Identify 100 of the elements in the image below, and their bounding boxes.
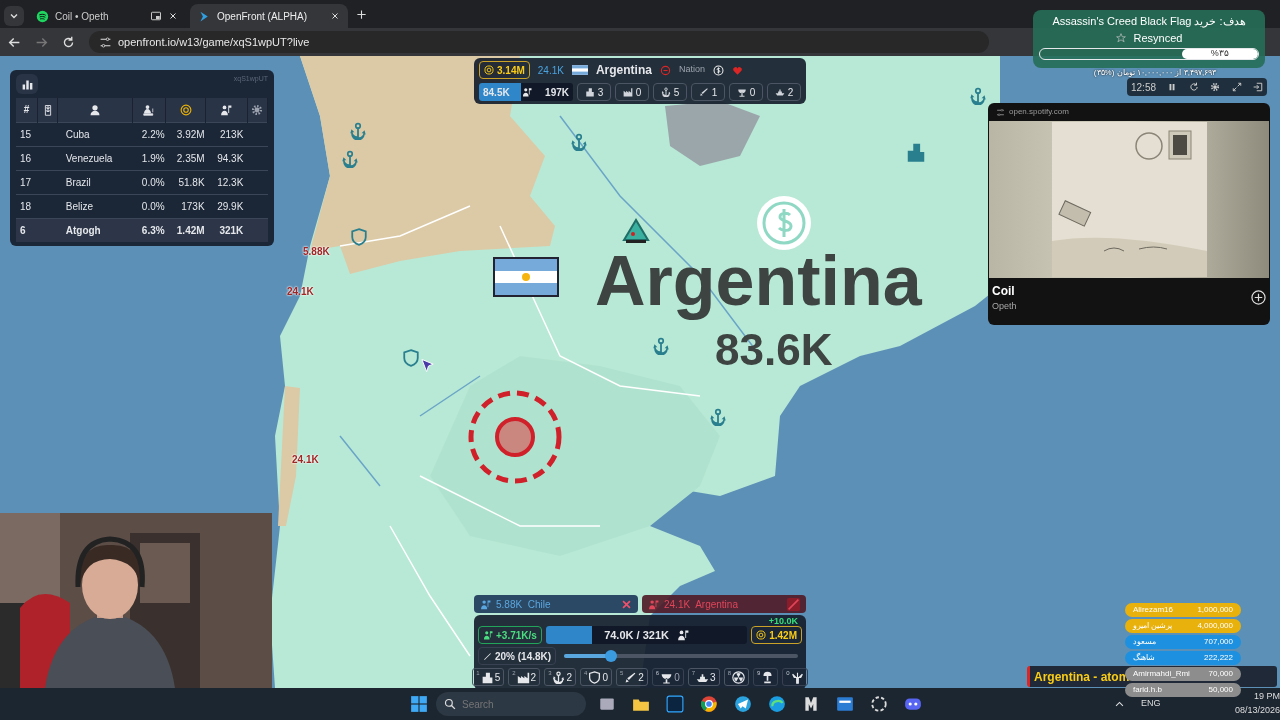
dollar-icon <box>712 64 724 76</box>
attack-text: 24.1K Argentina <box>664 597 739 612</box>
table-cell: Atgogh <box>65 224 101 236</box>
language-indicator[interactable]: ENG <box>1141 697 1161 711</box>
attack-text: 5.88K Chile <box>496 597 552 612</box>
reload-icon[interactable] <box>1188 82 1199 92</box>
attack-indicator[interactable]: 5.88K Chile <box>474 595 638 613</box>
slider-thumb[interactable] <box>604 650 617 662</box>
chart-button[interactable] <box>16 74 38 94</box>
donor-amount: 50,000 <box>1208 684 1233 696</box>
pause-icon[interactable] <box>1167 82 1178 92</box>
land-icon <box>143 103 156 116</box>
soldier-icon <box>480 598 491 610</box>
column-header[interactable] <box>57 98 133 122</box>
nation-icon <box>659 64 671 76</box>
clock-date[interactable]: 08/13/2026 <box>1234 703 1280 717</box>
column-header[interactable] <box>205 98 248 122</box>
fork-icon <box>790 671 804 684</box>
rate-text: +3.71K/s <box>496 628 537 643</box>
back-icon[interactable] <box>8 35 21 49</box>
address-bar[interactable]: openfront.io/w13/game/xqS1wpUT?live <box>89 31 989 53</box>
circle-icon[interactable] <box>870 695 888 713</box>
window-icon[interactable] <box>598 695 616 713</box>
leaderboard-row[interactable]: 16 Venezuela 1.9% 2.35M 94.3K <box>16 146 268 170</box>
anchor-icon <box>709 408 727 426</box>
exit-icon[interactable] <box>1253 82 1263 92</box>
count-text: 0 <box>635 85 642 100</box>
table-cell: Cuba <box>65 128 90 140</box>
goal-percent: %۳۵ <box>1210 49 1229 59</box>
timer: 12:58 <box>1131 80 1157 95</box>
windows-icon[interactable] <box>410 695 428 713</box>
table-cell: 1.42M <box>176 224 205 236</box>
globe-icon[interactable] <box>700 695 718 713</box>
swirl-icon[interactable] <box>768 695 786 713</box>
troop-count: 83.6K <box>715 328 833 372</box>
treasury-amount: 3.14M <box>497 63 525 78</box>
donor-name: پرشین امیرو <box>1133 620 1173 632</box>
browser-tab[interactable]: Coil • Opeth <box>28 4 186 28</box>
forward-icon[interactable] <box>35 35 48 49</box>
search-field[interactable]: Search <box>436 692 586 716</box>
leaderboard-row[interactable]: 17 Brazil 0.0% 51.8K 12.3K <box>16 170 268 194</box>
picture-in-picture-icon[interactable] <box>150 10 162 22</box>
goal-amount: ۳,۴۹۷,۶۹۳ از ۱۰,۰۰۰,۰۰۰ تومان (%۳۵) <box>1092 67 1218 79</box>
plus-icon <box>1251 290 1266 306</box>
table-cell: Brazil <box>65 176 91 188</box>
settings-icon[interactable] <box>1210 82 1221 92</box>
donor-amount: 222,222 <box>1204 652 1233 664</box>
column-header[interactable] <box>132 98 166 122</box>
anchor-icon <box>552 671 566 684</box>
sync-status: Resynced <box>1133 30 1183 46</box>
gamepad-icon[interactable] <box>904 695 922 713</box>
anchor-icon <box>969 87 987 105</box>
soldier-icon <box>522 87 533 97</box>
troop-label: 24.1K <box>287 285 314 299</box>
new-tab-button[interactable] <box>356 8 367 20</box>
donor-name: farid.h.b <box>1133 684 1162 696</box>
missile-icon <box>698 87 709 97</box>
troop-label: 24.1K <box>292 453 319 467</box>
donor-name: شاهنگ <box>1133 652 1155 664</box>
soldier-icon <box>676 629 689 641</box>
donor-amount: 4,000,000 <box>1197 620 1233 632</box>
close-button[interactable] <box>168 11 178 21</box>
ratio-text: 20% (14.8K) <box>495 649 552 664</box>
radar-icon <box>660 671 674 684</box>
expand-icon[interactable] <box>1231 82 1242 92</box>
sword-icon <box>787 597 800 611</box>
leaderboard-row[interactable]: 6 Atgogh 6.3% 1.42M 321K <box>16 218 268 242</box>
settings-button[interactable] <box>247 98 268 122</box>
close-button[interactable] <box>330 11 340 21</box>
search-icon <box>444 698 456 710</box>
soldier-icon <box>220 103 233 116</box>
leaderboard-row[interactable]: 15 Cuba 2.2% 3.92M 213K <box>16 122 268 146</box>
browser-tab[interactable]: OpenFront (ALPHA) <box>190 4 348 28</box>
square-icon[interactable] <box>666 695 684 713</box>
table-cell: 3.92M <box>176 128 205 140</box>
table-cell: 6 <box>20 224 26 236</box>
site-settings-icon[interactable] <box>996 107 1005 117</box>
window-icon[interactable] <box>836 695 854 713</box>
table-cell: Venezuela <box>65 152 113 164</box>
table-cell: 173K <box>181 200 205 212</box>
table-cell: 16 <box>20 152 32 164</box>
count-text: 2 <box>787 85 794 100</box>
reload-icon[interactable] <box>62 35 75 49</box>
site-settings-icon[interactable] <box>99 35 112 49</box>
column-header[interactable] <box>165 98 206 122</box>
sword-icon <box>483 651 492 661</box>
table-cell: 94.3K <box>217 152 244 164</box>
table-cell: 321K <box>219 224 244 236</box>
donor-name: مسعود <box>1133 636 1156 648</box>
cancel-button[interactable] <box>621 598 632 610</box>
tab-list-button[interactable] <box>4 6 24 26</box>
column-header[interactable] <box>37 98 58 122</box>
clock-time[interactable]: 19 PM <box>1254 689 1280 703</box>
close-icon <box>621 598 632 610</box>
arrow-icon <box>198 9 211 23</box>
paper-plane-icon[interactable] <box>734 695 752 713</box>
column-header[interactable]: # <box>16 98 38 122</box>
flag-icon <box>493 257 559 297</box>
letter-icon[interactable] <box>802 695 820 713</box>
add-button[interactable] <box>1251 290 1266 306</box>
